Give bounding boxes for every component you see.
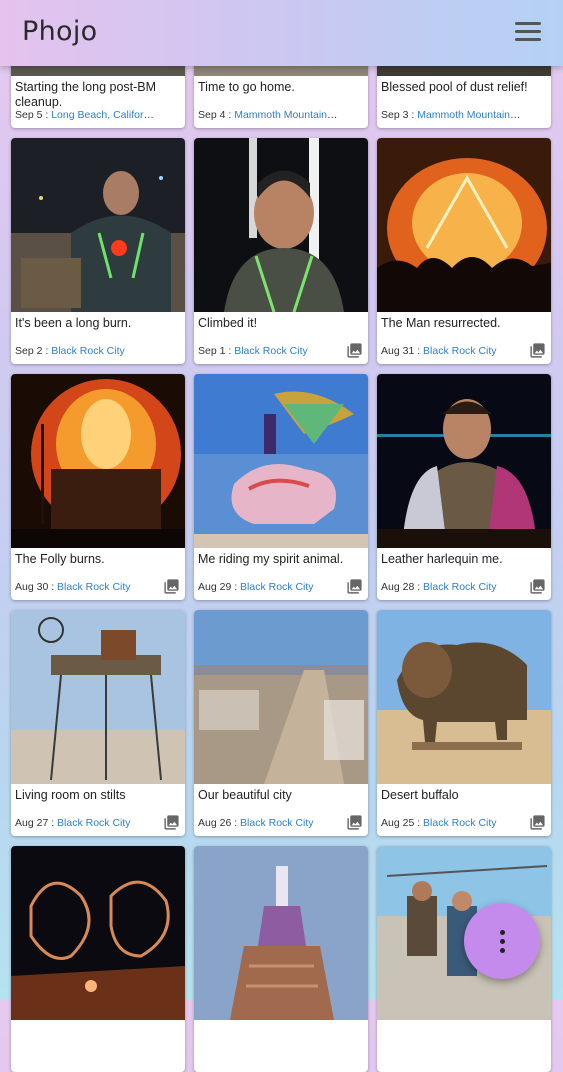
photo xyxy=(377,610,551,784)
photo xyxy=(194,610,368,784)
card-meta: Sep 3 : Mammoth Mountain RV Pa... xyxy=(381,109,523,121)
card-location-link[interactable]: Black Rock City xyxy=(423,345,497,357)
card-location-link[interactable]: Black Rock City xyxy=(240,581,314,593)
photo-card[interactable]: The Man resurrected. Aug 31 : Black Rock… xyxy=(377,138,551,364)
photo xyxy=(194,374,368,548)
card-caption: It's been a long burn. xyxy=(15,316,132,330)
card-caption: Climbed it! xyxy=(198,316,258,330)
photo-card[interactable]: Our beautiful city Aug 26 : Black Rock C… xyxy=(194,610,368,836)
photo-card[interactable]: Leather harlequin me. Aug 28 : Black Roc… xyxy=(377,374,551,600)
card-meta: Aug 30 : Black Rock City xyxy=(15,581,131,593)
photo xyxy=(194,138,368,312)
card-caption: Leather harlequin me. xyxy=(381,552,503,566)
card-date: Sep 4 xyxy=(198,109,226,121)
gallery-icon[interactable] xyxy=(163,814,180,831)
card-caption: Blessed pool of dust relief! xyxy=(381,80,528,94)
card-date: Sep 5 xyxy=(15,109,43,121)
card-caption: Starting the long post-BM cleanup. xyxy=(15,80,157,109)
card-date: Aug 28 xyxy=(381,581,415,593)
photo-card[interactable]: Climbed it! Sep 1 : Black Rock City xyxy=(194,138,368,364)
photo-card[interactable]: The Folly burns. Aug 30 : Black Rock Cit… xyxy=(11,374,185,600)
more-actions-button[interactable] xyxy=(464,903,540,979)
card-meta: Sep 5 : Long Beach, California, USA xyxy=(15,109,157,121)
card-location-link[interactable]: Black Rock City xyxy=(57,581,131,593)
card-date: Aug 26 xyxy=(198,817,232,829)
photo-card[interactable] xyxy=(11,846,185,1072)
card-meta: Aug 31 : Black Rock City xyxy=(381,345,497,357)
gallery-icon[interactable] xyxy=(529,342,546,359)
card-meta: Aug 25 : Black Rock City xyxy=(381,817,497,829)
card-meta: Aug 29 : Black Rock City xyxy=(198,581,314,593)
card-date: Sep 3 xyxy=(381,109,409,121)
gallery-icon[interactable] xyxy=(346,578,363,595)
card-meta: Aug 26 : Black Rock City xyxy=(198,817,314,829)
card-date: Aug 30 xyxy=(15,581,49,593)
card-meta: Sep 4 : Mammoth Mountain RV Pa... xyxy=(198,109,340,121)
photo xyxy=(11,138,185,312)
gallery-icon[interactable] xyxy=(529,814,546,831)
photo xyxy=(377,374,551,548)
app-bar: Phojo xyxy=(0,0,563,66)
photo xyxy=(11,610,185,784)
photo xyxy=(194,846,368,1020)
photo-grid: Starting the long post-BM cleanup. Sep 5… xyxy=(0,0,563,1072)
photo-card[interactable] xyxy=(194,846,368,1072)
card-caption: The Folly burns. xyxy=(15,552,105,566)
card-meta: Sep 1 : Black Rock City xyxy=(198,345,308,357)
card-meta: Aug 27 : Black Rock City xyxy=(15,817,131,829)
card-date: Sep 1 xyxy=(198,345,226,357)
photo xyxy=(11,374,185,548)
photo xyxy=(377,138,551,312)
card-date: Aug 25 xyxy=(381,817,415,829)
more-vert-icon xyxy=(499,929,505,953)
card-meta: Aug 28 : Black Rock City xyxy=(381,581,497,593)
card-caption: Time to go home. xyxy=(198,80,295,94)
card-date: Aug 27 xyxy=(15,817,49,829)
app-title: Phojo xyxy=(22,16,98,47)
card-location-link[interactable]: Black Rock City xyxy=(51,345,125,357)
card-caption: The Man resurrected. xyxy=(381,316,501,330)
gallery-icon[interactable] xyxy=(163,578,180,595)
card-location-link[interactable]: Long Beach, California, USA xyxy=(51,109,157,121)
card-caption: Desert buffalo xyxy=(381,788,459,802)
photo-card[interactable]: Living room on stilts Aug 27 : Black Roc… xyxy=(11,610,185,836)
card-caption: Living room on stilts xyxy=(15,788,126,802)
gallery-icon[interactable] xyxy=(346,814,363,831)
card-date: Aug 31 xyxy=(381,345,415,357)
photo-card[interactable]: It's been a long burn. Sep 2 : Black Roc… xyxy=(11,138,185,364)
card-location-link[interactable]: Black Rock City xyxy=(57,817,131,829)
card-location-link[interactable]: Mammoth Mountain RV Pa... xyxy=(234,109,340,121)
card-meta: Sep 2 : Black Rock City xyxy=(15,345,125,357)
photo-card[interactable]: Desert buffalo Aug 25 : Black Rock City xyxy=(377,610,551,836)
gallery-icon[interactable] xyxy=(346,342,363,359)
card-date: Sep 2 xyxy=(15,345,43,357)
photo xyxy=(11,846,185,1020)
card-date: Aug 29 xyxy=(198,581,232,593)
gallery-icon[interactable] xyxy=(529,578,546,595)
card-caption: Me riding my spirit animal. xyxy=(198,552,344,566)
photo-card[interactable]: Me riding my spirit animal. Aug 29 : Bla… xyxy=(194,374,368,600)
card-location-link[interactable]: Mammoth Mountain RV Pa... xyxy=(417,109,523,121)
card-caption: Our beautiful city xyxy=(198,788,292,802)
card-location-link[interactable]: Black Rock City xyxy=(234,345,308,357)
hamburger-icon[interactable] xyxy=(515,22,541,42)
card-location-link[interactable]: Black Rock City xyxy=(423,581,497,593)
card-location-link[interactable]: Black Rock City xyxy=(423,817,497,829)
card-location-link[interactable]: Black Rock City xyxy=(240,817,314,829)
